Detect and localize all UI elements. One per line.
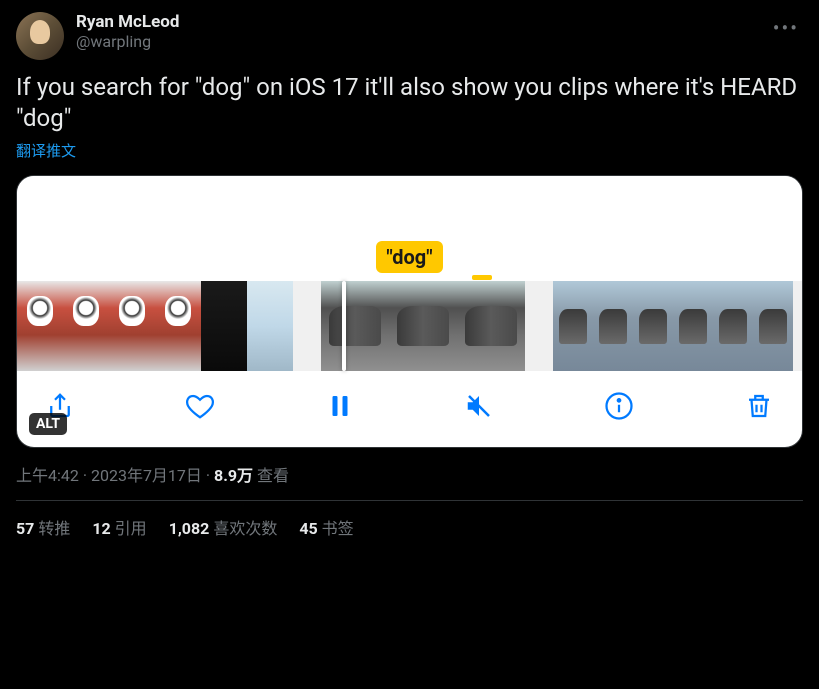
video-timeline[interactable]	[17, 281, 802, 371]
views-count: 8.9万	[214, 466, 253, 485]
info-icon[interactable]	[604, 391, 634, 421]
heart-icon[interactable]	[185, 391, 215, 421]
thumbnail-frame	[155, 281, 201, 371]
thumbnail-frame	[593, 281, 633, 371]
stat-retweets[interactable]: 57 转推	[16, 515, 70, 539]
thumbnail-frame	[321, 281, 389, 371]
thumbnail-frame	[673, 281, 713, 371]
mute-icon[interactable]	[464, 391, 494, 421]
playhead-indicator[interactable]	[342, 281, 346, 371]
media-toolbar	[17, 371, 802, 447]
media-card[interactable]: "dog"	[16, 175, 803, 448]
stat-bookmarks[interactable]: 45 书签	[299, 515, 353, 539]
handle: @warpling	[76, 32, 769, 51]
author-block[interactable]: Ryan McLeod @warpling	[76, 12, 769, 51]
views-label: 查看	[257, 466, 289, 485]
trash-icon[interactable]	[744, 391, 774, 421]
thumbnail-frame	[389, 281, 457, 371]
search-term-badge: "dog"	[376, 241, 442, 273]
thumbnail-frame	[713, 281, 753, 371]
timestamp[interactable]: 上午4:42 · 2023年7月17日	[16, 466, 202, 485]
tweet-header: Ryan McLeod @warpling •••	[16, 12, 803, 60]
thumbnail-frame	[633, 281, 673, 371]
thumbnail-frame	[553, 281, 593, 371]
tweet-meta: 上午4:42 · 2023年7月17日 · 8.9万 查看	[16, 462, 803, 486]
clip-group-1	[17, 281, 293, 371]
stat-likes[interactable]: 1,082 喜欢次数	[169, 515, 278, 539]
thumbnail-frame	[63, 281, 109, 371]
avatar[interactable]	[16, 12, 64, 60]
tweet-container: Ryan McLeod @warpling ••• If you search …	[0, 0, 819, 551]
thumbnail-frame	[109, 281, 155, 371]
tweet-stats: 57 转推 12 引用 1,082 喜欢次数 45 书签	[16, 501, 803, 539]
translate-link[interactable]: 翻译推文	[16, 140, 803, 161]
more-icon[interactable]: •••	[769, 12, 803, 44]
thumbnail-frame	[201, 281, 247, 371]
clip-group-3	[553, 281, 793, 371]
tweet-text: If you search for "dog" on iOS 17 it'll …	[16, 72, 803, 134]
thumbnail-frame	[457, 281, 525, 371]
alt-badge[interactable]: ALT	[29, 413, 67, 435]
thumbnail-frame	[247, 281, 293, 371]
stat-quotes[interactable]: 12 引用	[92, 515, 146, 539]
clip-group-2	[321, 281, 525, 371]
thumbnail-frame	[753, 281, 793, 371]
media-whitespace: "dog"	[17, 176, 802, 281]
display-name: Ryan McLeod	[76, 12, 769, 32]
pause-icon[interactable]	[325, 391, 355, 421]
thumbnail-frame	[17, 281, 63, 371]
